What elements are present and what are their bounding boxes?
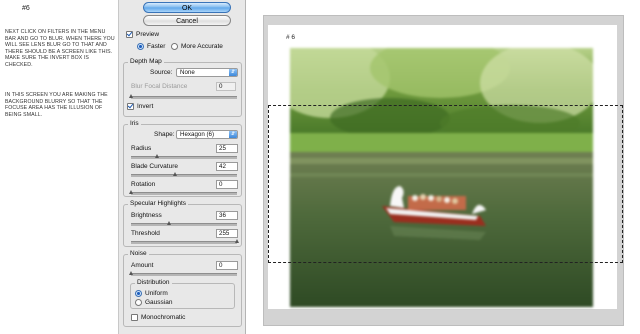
accurate-radio-row[interactable]: More Accurate bbox=[171, 43, 223, 50]
source-select[interactable]: None ⇵ bbox=[176, 68, 238, 77]
triangle-thumb-icon[interactable] bbox=[173, 172, 177, 176]
triangle-thumb-icon[interactable] bbox=[129, 271, 133, 275]
monochromatic-label: Monochromatic bbox=[141, 314, 186, 321]
triangle-thumb-icon[interactable] bbox=[129, 190, 133, 194]
invert-checkbox[interactable] bbox=[127, 103, 134, 110]
monochromatic-checkbox[interactable] bbox=[131, 314, 138, 321]
swan-boat-photo bbox=[290, 48, 593, 307]
triangle-thumb-icon[interactable] bbox=[155, 154, 159, 158]
amount-input[interactable]: 0 bbox=[216, 261, 238, 270]
cancel-button[interactable]: Cancel bbox=[143, 15, 231, 26]
threshold-slider[interactable] bbox=[131, 239, 239, 244]
noise-title: Noise bbox=[128, 250, 149, 257]
brightness-input[interactable]: 36 bbox=[216, 211, 238, 220]
faster-radio[interactable] bbox=[137, 43, 144, 50]
radius-input[interactable]: 25 bbox=[216, 144, 238, 153]
rotation-label: Rotation bbox=[131, 181, 156, 188]
chevron-updown-icon: ⇵ bbox=[229, 69, 237, 76]
blur-focal-slider[interactable] bbox=[129, 94, 237, 99]
radius-slider[interactable] bbox=[131, 154, 237, 159]
distribution-title: Distribution bbox=[135, 279, 172, 286]
depth-map-group: Depth Map Source: None ⇵ Blur Focal Dist… bbox=[123, 58, 242, 117]
blur-focal-label: Blur Focal Distance bbox=[131, 83, 188, 90]
preview-label: Preview bbox=[136, 31, 160, 38]
preview-checkbox-row[interactable]: Preview bbox=[126, 31, 159, 38]
shape-value: Hexagon (6) bbox=[180, 131, 215, 138]
triangle-thumb-icon[interactable] bbox=[167, 221, 171, 225]
depth-map-title: Depth Map bbox=[128, 58, 164, 65]
uniform-radio[interactable] bbox=[135, 290, 142, 297]
ok-button[interactable]: OK bbox=[143, 2, 231, 13]
chevron-updown-icon: ⇵ bbox=[229, 131, 237, 138]
noise-group: Noise Amount 0 Distribution Uniform Gaus… bbox=[123, 250, 242, 327]
radius-label: Radius bbox=[131, 145, 152, 152]
triangle-thumb-icon[interactable] bbox=[129, 94, 133, 98]
preview-checkbox[interactable] bbox=[126, 31, 133, 38]
faster-radio-row[interactable]: Faster bbox=[137, 43, 165, 50]
step-number: #6 bbox=[22, 5, 30, 12]
lens-blur-panel: OK Cancel Preview Faster More Accurate D… bbox=[118, 0, 246, 334]
more-accurate-label: More Accurate bbox=[181, 43, 223, 50]
iris-title: Iris bbox=[128, 120, 141, 127]
shape-label: Shape: bbox=[154, 131, 175, 138]
rotation-input[interactable]: 0 bbox=[216, 180, 238, 189]
preview-step-number: # 6 bbox=[286, 34, 296, 41]
threshold-label: Threshold bbox=[131, 230, 160, 237]
instruction-paragraph-1: Next click on filters in the menu bar an… bbox=[5, 29, 115, 68]
distribution-group: Distribution Uniform Gaussian bbox=[130, 279, 235, 309]
preview-canvas[interactable]: # 6 bbox=[268, 25, 617, 309]
blade-curvature-input[interactable]: 42 bbox=[216, 162, 238, 171]
instruction-notes: #6 Next click on filters in the menu bar… bbox=[0, 0, 118, 334]
source-label: Source: bbox=[150, 69, 173, 76]
uniform-label: Uniform bbox=[145, 290, 168, 297]
invert-label: Invert bbox=[137, 103, 154, 110]
faster-label: Faster bbox=[147, 43, 166, 50]
more-accurate-radio[interactable] bbox=[171, 43, 178, 50]
gaussian-radio-row[interactable]: Gaussian bbox=[135, 299, 172, 306]
threshold-input[interactable]: 255 bbox=[216, 229, 238, 238]
invert-checkbox-row[interactable]: Invert bbox=[127, 103, 153, 110]
rotation-slider[interactable] bbox=[129, 190, 237, 195]
shape-select[interactable]: Hexagon (6) ⇵ bbox=[176, 130, 238, 139]
amount-label: Amount bbox=[131, 262, 154, 269]
specular-highlights-title: Specular Highlights bbox=[128, 200, 189, 207]
amount-slider[interactable] bbox=[129, 271, 237, 276]
gaussian-radio[interactable] bbox=[135, 299, 142, 306]
blade-curvature-slider[interactable] bbox=[131, 172, 237, 177]
blur-focal-input[interactable]: 0 bbox=[216, 82, 236, 91]
blade-curvature-label: Blade Curvature bbox=[131, 163, 178, 170]
gaussian-label: Gaussian bbox=[145, 299, 173, 306]
instruction-paragraph-2: In this screen you are making the backgr… bbox=[5, 92, 108, 118]
uniform-radio-row[interactable]: Uniform bbox=[135, 290, 168, 297]
preview-photo bbox=[290, 48, 593, 307]
monochromatic-checkbox-row[interactable]: Monochromatic bbox=[131, 314, 185, 321]
triangle-thumb-icon[interactable] bbox=[235, 239, 239, 243]
specular-highlights-group: Specular Highlights Brightness 36 Thresh… bbox=[123, 200, 242, 247]
source-value: None bbox=[180, 69, 195, 76]
brightness-slider[interactable] bbox=[131, 221, 237, 226]
brightness-label: Brightness bbox=[131, 212, 162, 219]
iris-group: Iris Shape: Hexagon (6) ⇵ Radius 25 Blad… bbox=[123, 120, 242, 197]
